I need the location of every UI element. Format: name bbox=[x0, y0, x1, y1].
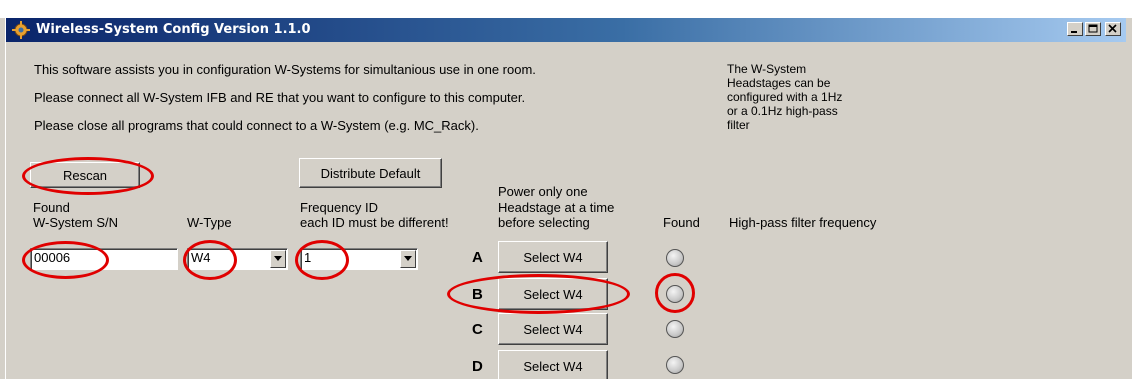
found-indicator-c bbox=[666, 320, 684, 338]
intro-line-2: Please connect all W-System IFB and RE t… bbox=[34, 90, 526, 105]
rescan-button[interactable]: Rescan bbox=[30, 162, 140, 188]
select-w4-button-b[interactable]: Select W4 bbox=[498, 278, 608, 310]
wtype-dropdown-button[interactable] bbox=[270, 250, 286, 268]
power-note-line-1: Power only one bbox=[498, 184, 588, 199]
power-note-line-3: before selecting bbox=[498, 215, 590, 230]
close-button[interactable] bbox=[1105, 22, 1121, 36]
maximize-icon bbox=[1088, 24, 1098, 33]
side-note-line-2: Headstages can be bbox=[727, 76, 831, 90]
headstage-letter-c: C bbox=[472, 321, 483, 338]
chevron-down-icon bbox=[274, 256, 282, 261]
minimize-button[interactable] bbox=[1067, 22, 1083, 36]
intro-line-3: Please close all programs that could con… bbox=[34, 118, 479, 133]
serial-label: W-System S/N bbox=[33, 215, 118, 230]
select-w4-button-c[interactable]: Select W4 bbox=[498, 313, 608, 345]
found-indicator-a bbox=[666, 249, 684, 267]
side-note-line-5: filter bbox=[727, 118, 750, 132]
wtype-select[interactable]: W4 bbox=[187, 248, 288, 270]
wtype-value: W4 bbox=[191, 250, 211, 265]
window-frame-left bbox=[0, 18, 6, 379]
headstage-letter-a: A bbox=[472, 249, 483, 266]
found-label: Found bbox=[33, 200, 70, 215]
headstage-letter-d: D bbox=[472, 358, 483, 375]
frequency-id-select[interactable]: 1 bbox=[300, 248, 418, 270]
frequency-id-value: 1 bbox=[304, 250, 312, 265]
headstage-letter-b: B bbox=[472, 286, 483, 303]
title-bar[interactable]: Wireless-System Config Version 1.1.0 bbox=[6, 18, 1126, 42]
side-note-line-1: The W-System bbox=[727, 62, 807, 76]
power-note-line-2: Headstage at a time bbox=[498, 200, 615, 215]
frequency-dropdown-button[interactable] bbox=[400, 250, 416, 268]
highpass-label: High-pass filter frequency bbox=[729, 215, 877, 230]
window-title: Wireless-System Config Version 1.1.0 bbox=[36, 22, 311, 37]
found-indicator-d bbox=[666, 356, 684, 374]
frequency-note-label: each ID must be different! bbox=[300, 215, 449, 230]
window-frame-right bbox=[1126, 18, 1132, 379]
select-w4-button-d[interactable]: Select W4 bbox=[498, 350, 608, 379]
select-w4-button-a[interactable]: Select W4 bbox=[498, 241, 608, 273]
wtype-label: W-Type bbox=[187, 215, 232, 230]
close-icon bbox=[1108, 24, 1117, 33]
frequency-id-label: Frequency ID bbox=[300, 200, 379, 215]
top-margin bbox=[0, 0, 1132, 18]
side-note-line-3: configured with a 1Hz bbox=[727, 90, 843, 104]
chevron-down-icon bbox=[404, 256, 412, 261]
side-note-line-4: or a 0.1Hz high-pass bbox=[727, 104, 838, 118]
app-gear-icon bbox=[12, 21, 30, 39]
maximize-button[interactable] bbox=[1085, 22, 1101, 36]
minimize-icon bbox=[1071, 31, 1077, 33]
intro-line-1: This software assists you in configurati… bbox=[34, 62, 536, 77]
serial-number-field[interactable]: 00006 bbox=[30, 248, 178, 270]
distribute-default-button[interactable]: Distribute Default bbox=[299, 158, 442, 188]
app-window: Wireless-System Config Version 1.1.0 Thi… bbox=[0, 0, 1132, 379]
found-indicator-b bbox=[666, 285, 684, 303]
found-column-label: Found bbox=[663, 215, 700, 230]
